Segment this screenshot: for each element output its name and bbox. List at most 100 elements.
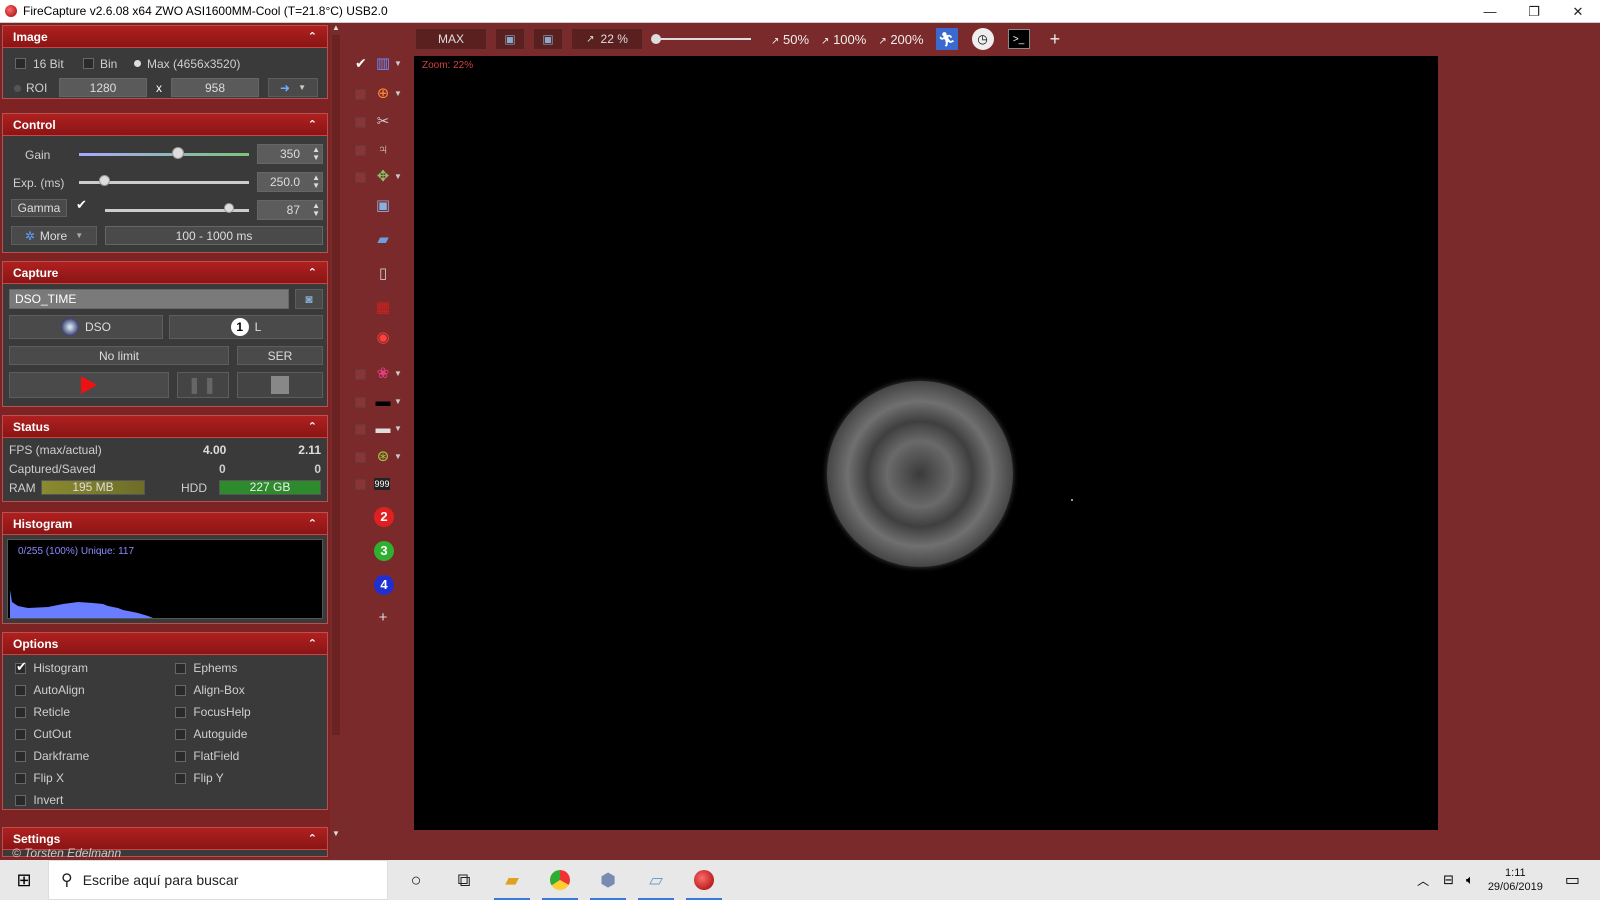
max-radio[interactable] (134, 60, 141, 67)
dropdown-arrow-icon[interactable]: ▼ (394, 369, 402, 378)
collapse-icon[interactable]: ⌃ (308, 420, 317, 433)
tool-planet[interactable]: ♃ (341, 139, 403, 163)
zoom-display[interactable]: ↗ 22 % (571, 28, 643, 50)
collapse-icon[interactable]: ⌃ (308, 266, 317, 279)
stop-capture-button[interactable] (237, 372, 323, 398)
app-notes-icon[interactable]: ▱ (632, 860, 680, 900)
move-arrows-icon[interactable]: ✥ (374, 168, 392, 186)
cortana-icon[interactable]: ○ (392, 860, 440, 900)
grid-icon[interactable]: ▦ (374, 299, 392, 317)
start-capture-button[interactable] (9, 372, 169, 398)
terminal-icon[interactable]: >_ (1007, 29, 1030, 49)
tool-histogram[interactable]: ✔ ▥ ▼ (341, 53, 403, 77)
flatfield-checkbox[interactable] (175, 751, 186, 763)
image-section-header[interactable]: Image ⌃ (3, 26, 327, 48)
gain-spinbox[interactable]: 350 ▲ ▼ (257, 144, 323, 164)
fullscreen-icon[interactable]: ▣ (533, 28, 563, 50)
dropdown-arrow-icon[interactable]: ▼ (394, 452, 402, 461)
app-3d-icon[interactable]: ⬢ (584, 860, 632, 900)
tool-counter[interactable]: 999 (341, 473, 403, 497)
timer-icon[interactable]: ◷ (971, 28, 994, 50)
zoom-200-button[interactable]: ↗ 200% (878, 32, 923, 47)
exposure-slider-thumb[interactable] (98, 175, 110, 186)
option-flatfield[interactable]: FlatField (175, 749, 239, 763)
color-tool-checkbox[interactable] (355, 369, 366, 380)
limit-button[interactable]: No limit (9, 346, 229, 365)
format-button[interactable]: SER (237, 346, 323, 365)
globe-green-icon[interactable]: ⊛ (374, 448, 392, 466)
roi-width-field[interactable]: 1280 (59, 78, 147, 97)
black-rectangle-icon[interactable]: ▬ (374, 393, 392, 411)
scrollbar-thumb[interactable] (332, 35, 340, 735)
scissors-icon[interactable]: ✂ (374, 113, 392, 131)
roi-apply-button[interactable]: ➜ ▼ (268, 78, 318, 97)
dropdown-arrow-icon[interactable]: ▼ (394, 397, 402, 406)
option-autoguide[interactable]: Autoguide (175, 727, 247, 741)
spin-arrows-icon[interactable]: ▲ ▼ (312, 202, 320, 218)
option-darkframe[interactable]: Darkframe (15, 749, 89, 763)
counter-tool-checkbox[interactable] (355, 479, 366, 490)
alignbox-checkbox[interactable] (175, 685, 186, 697)
gamma-spinbox[interactable]: 87 ▲ ▼ (257, 200, 323, 220)
firecapture-taskbar-icon[interactable] (680, 860, 728, 900)
camera-icon[interactable]: ◙ (295, 289, 323, 309)
tool-reticle[interactable]: ⊕ ▼ (341, 83, 403, 107)
minimize-button[interactable]: — (1468, 0, 1512, 23)
spin-arrows-icon[interactable]: ▲ ▼ (312, 174, 320, 190)
gamma-checkbox[interactable]: ✔ (76, 197, 87, 213)
notifications-icon[interactable]: ▭ (1565, 870, 1580, 890)
tool-move[interactable]: ✥ ▼ (341, 166, 403, 190)
plus-icon[interactable]: + (374, 609, 392, 627)
16bit-checkbox[interactable] (15, 58, 26, 69)
zoom-50-button[interactable]: ↗ 50% (771, 32, 809, 47)
zoom-100-button[interactable]: ↗ 100% (821, 32, 866, 47)
tool-color[interactable]: ❀ ▼ (341, 363, 403, 387)
taskbar-search-box[interactable]: ⚲ Escribe aquí para buscar (48, 860, 388, 900)
collapse-icon[interactable]: ⌃ (308, 637, 317, 650)
option-reticle[interactable]: Reticle (15, 705, 70, 719)
collapse-icon[interactable]: ⌃ (308, 517, 317, 530)
tool-gray-rect[interactable]: ▬ ▼ (341, 418, 403, 442)
tool-profile-4[interactable]: 4 (341, 573, 403, 597)
option-flipy[interactable]: Flip Y (175, 771, 224, 785)
dropdown-arrow-icon[interactable]: ▼ (394, 59, 402, 68)
windows-start-icon[interactable]: ⊞ (0, 860, 48, 900)
file-explorer-icon[interactable]: ▰ (488, 860, 536, 900)
tool-delete[interactable]: ▯ (341, 263, 403, 287)
capture-section-header[interactable]: Capture ⌃ (3, 262, 327, 284)
cutout-tool-checkbox[interactable] (355, 117, 366, 128)
tool-open-folder[interactable]: ▰ (341, 229, 403, 253)
folder-icon[interactable]: ▰ (374, 231, 392, 249)
reticle-checkbox[interactable] (15, 707, 26, 719)
dropdown-arrow-icon[interactable]: ▼ (394, 424, 402, 433)
black-rect-tool-checkbox[interactable] (355, 397, 366, 408)
checkmark-icon[interactable]: ✔ (355, 55, 367, 72)
tool-cutout[interactable]: ✂ (341, 111, 403, 135)
collapse-icon[interactable]: ⌃ (308, 832, 317, 845)
tool-globe[interactable]: ⊛ ▼ (341, 446, 403, 470)
gain-slider[interactable] (79, 153, 249, 156)
zoom-slider-track[interactable] (655, 38, 751, 40)
camera-viewport[interactable]: Zoom: 22% (414, 56, 1438, 830)
option-cutout[interactable]: CutOut (15, 727, 71, 741)
gamma-button[interactable]: Gamma (11, 199, 67, 217)
autoguide-checkbox[interactable] (175, 729, 186, 741)
histogram-section-header[interactable]: Histogram ⌃ (3, 513, 327, 535)
counter-999-icon[interactable]: 999 (374, 478, 390, 490)
zoom-slider[interactable] (651, 28, 755, 50)
move-tool-checkbox[interactable] (355, 172, 366, 183)
flipx-checkbox[interactable] (15, 773, 26, 785)
option-alignbox[interactable]: Align-Box (175, 683, 245, 697)
reticle-tool-checkbox[interactable] (355, 89, 366, 100)
exposure-spinbox[interactable]: 250.0 ▲ ▼ (257, 172, 323, 192)
tool-record[interactable]: ◉ (341, 327, 403, 351)
flipy-checkbox[interactable] (175, 773, 186, 785)
invert-checkbox[interactable] (15, 795, 26, 807)
scroll-up-icon[interactable]: ▲ (332, 23, 340, 32)
chrome-icon[interactable] (536, 860, 584, 900)
dropdown-arrow-icon[interactable]: ▼ (394, 89, 402, 98)
crosshair-icon[interactable]: ⊕ (374, 85, 392, 103)
collapse-icon[interactable]: ⌃ (308, 118, 317, 131)
option-histogram[interactable]: Histogram (15, 659, 88, 675)
roi-radio[interactable] (14, 85, 21, 92)
